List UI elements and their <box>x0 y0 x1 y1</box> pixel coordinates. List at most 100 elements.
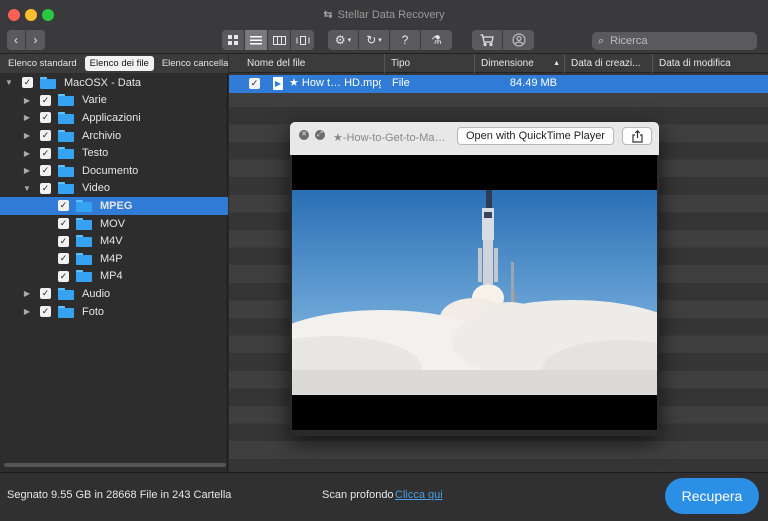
tree-item[interactable]: ▶ ✓ Documento <box>0 162 228 180</box>
disclosure-collapsed-icon[interactable]: ▶ <box>22 149 32 158</box>
folder-icon <box>58 111 74 124</box>
disclosure-collapsed-icon[interactable]: ▶ <box>22 307 32 316</box>
folder-tree: ▼ ✓ MacOSX - Data ▶ ✓ Varie ▶ ✓ Applicazioni ▶ ✓ Ar… <box>0 74 228 320</box>
tree-item[interactable]: ▶ ✓ Audio <box>0 285 228 303</box>
open-with-quicktime-button[interactable]: Open with QuickTime Player <box>457 127 614 145</box>
list-tabs: Elenco standard Elenco dei file Elenco c… <box>0 54 228 73</box>
history-menu-button[interactable]: ↻ ▾ <box>359 30 390 50</box>
chevron-down-icon: ▾ <box>378 37 382 44</box>
tree-item[interactable]: ✓ M4P <box>0 250 228 268</box>
tree-item-checkbox[interactable]: ✓ <box>58 270 69 282</box>
share-button[interactable] <box>622 127 652 145</box>
settings-menu-button[interactable]: ⚙ ▾ <box>328 30 359 50</box>
column-header-name[interactable]: Nome del file <box>241 54 385 73</box>
search-field[interactable]: ⌕ Ricerca <box>592 32 757 50</box>
search-icon: ⌕ <box>598 34 605 47</box>
disclosure-collapsed-icon[interactable]: ▶ <box>22 131 32 140</box>
grid-view-icon <box>228 35 238 45</box>
forward-button[interactable]: › <box>26 30 45 50</box>
tree-item-label: Testo <box>82 147 109 160</box>
tree-item-checkbox[interactable]: ✓ <box>58 253 69 265</box>
gear-icon: ⚙ <box>334 33 346 47</box>
tree-item-label: MP4 <box>100 270 123 283</box>
tree-item-checkbox[interactable]: ✓ <box>40 165 51 177</box>
column-header-size[interactable]: Dimensione ▲ <box>475 54 565 73</box>
table-header: Nome del file Tipo Dimensione ▲ Data di … <box>229 54 768 73</box>
tree-item-checkbox[interactable]: ✓ <box>58 235 69 247</box>
list-view-icon <box>250 35 262 44</box>
row-checkbox[interactable]: ✓ <box>249 78 260 89</box>
tree-item-checkbox[interactable]: ✓ <box>40 306 51 318</box>
video-player[interactable] <box>292 155 657 430</box>
left-panel: Elenco standard Elenco dei file Elenco c… <box>0 54 228 472</box>
tree-item-checkbox[interactable]: ✓ <box>40 288 51 300</box>
disclosure-expanded-icon[interactable]: ▼ <box>22 184 32 193</box>
disclosure-expanded-icon[interactable]: ▼ <box>4 78 14 87</box>
horizontal-scrollbar[interactable] <box>4 463 226 467</box>
preview-fullscreen-button[interactable]: ⤢ <box>315 130 325 140</box>
tree-item[interactable]: ✓ MOV <box>0 215 228 233</box>
history-icon: ↻ <box>366 33 377 47</box>
folder-icon <box>58 147 74 160</box>
window-title-text: Stellar Data Recovery <box>337 9 445 21</box>
disclosure-collapsed-icon[interactable]: ▶ <box>22 113 32 122</box>
tree-item[interactable]: ▶ ✓ Varie <box>0 92 228 110</box>
folder-icon <box>76 235 92 248</box>
tree-item[interactable]: ▶ ✓ Testo <box>0 144 228 162</box>
scan-settings-button[interactable]: ⚗ <box>421 30 452 50</box>
folder-icon <box>58 287 74 300</box>
chevron-left-icon: ‹ <box>14 33 18 47</box>
video-file-icon: ▶ <box>273 77 283 90</box>
folder-icon <box>58 129 74 142</box>
user-account-button[interactable] <box>503 30 534 50</box>
tree-item-checkbox[interactable]: ✓ <box>40 147 51 159</box>
tab-file-list[interactable]: Elenco dei file <box>84 56 154 71</box>
column-header-modified[interactable]: Data di modifica <box>653 54 768 73</box>
column-view-button[interactable] <box>268 30 291 50</box>
tree-item-checkbox[interactable]: ✓ <box>58 200 69 212</box>
question-mark-icon: ? <box>401 33 409 47</box>
folder-icon <box>76 252 92 265</box>
column-header-created[interactable]: Data di creazi... <box>565 54 653 73</box>
folder-icon <box>58 305 74 318</box>
tree-item-label: Applicazioni <box>82 111 141 124</box>
tab-standard-list[interactable]: Elenco standard <box>3 56 82 71</box>
status-bar: Segnato 9.55 GB in 28668 File in 243 Car… <box>0 472 768 521</box>
tree-item-checkbox[interactable]: ✓ <box>22 77 33 89</box>
coverflow-view-button[interactable] <box>291 30 314 50</box>
back-button[interactable]: ‹ <box>7 30 26 50</box>
cart-button[interactable] <box>472 30 503 50</box>
tree-item[interactable]: ✓ MPEG <box>0 197 228 215</box>
tree-item[interactable]: ▶ ✓ Applicazioni <box>0 109 228 127</box>
help-button[interactable]: ? <box>390 30 421 50</box>
folder-icon <box>58 164 74 177</box>
tree-item[interactable]: ✓ M4V <box>0 232 228 250</box>
tree-item-checkbox[interactable]: ✓ <box>40 130 51 142</box>
disclosure-collapsed-icon[interactable]: ▶ <box>22 96 32 105</box>
tree-item-checkbox[interactable]: ✓ <box>40 112 51 124</box>
tree-item-label: MacOSX - Data <box>64 76 142 89</box>
folder-icon <box>40 76 56 89</box>
recover-button[interactable]: Recupera <box>665 478 759 514</box>
tree-item-checkbox[interactable]: ✓ <box>40 94 51 106</box>
tree-item[interactable]: ▼ ✓ Video <box>0 180 228 198</box>
disclosure-collapsed-icon[interactable]: ▶ <box>22 166 32 175</box>
app-logo-icon: ⇆ <box>323 9 333 21</box>
preview-close-button[interactable]: ✕ <box>299 130 309 140</box>
disclosure-collapsed-icon[interactable]: ▶ <box>22 289 32 298</box>
column-header-size-label: Dimensione <box>481 58 534 69</box>
tree-item[interactable]: ▶ ✓ Archivio <box>0 127 228 145</box>
tree-item-checkbox[interactable]: ✓ <box>58 218 69 230</box>
list-view-button[interactable] <box>245 30 268 50</box>
tree-item[interactable]: ▼ ✓ MacOSX - Data <box>0 74 228 92</box>
table-row[interactable]: ✓ ▶ ★ How t… HD.mpg File 84.49 MB <box>229 75 768 93</box>
tree-item[interactable]: ✓ MP4 <box>0 268 228 286</box>
tree-item-checkbox[interactable]: ✓ <box>40 182 51 194</box>
column-header-type[interactable]: Tipo <box>385 54 475 73</box>
tree-item[interactable]: ▶ ✓ Foto <box>0 303 228 321</box>
grid-view-button[interactable] <box>222 30 245 50</box>
tab-deleted-list[interactable]: Elenco cancellato <box>157 56 228 71</box>
folder-icon <box>76 217 92 230</box>
deep-scan-link[interactable]: Clicca qui <box>395 489 443 501</box>
scan-summary: Segnato 9.55 GB in 28668 File in 243 Car… <box>7 489 232 501</box>
